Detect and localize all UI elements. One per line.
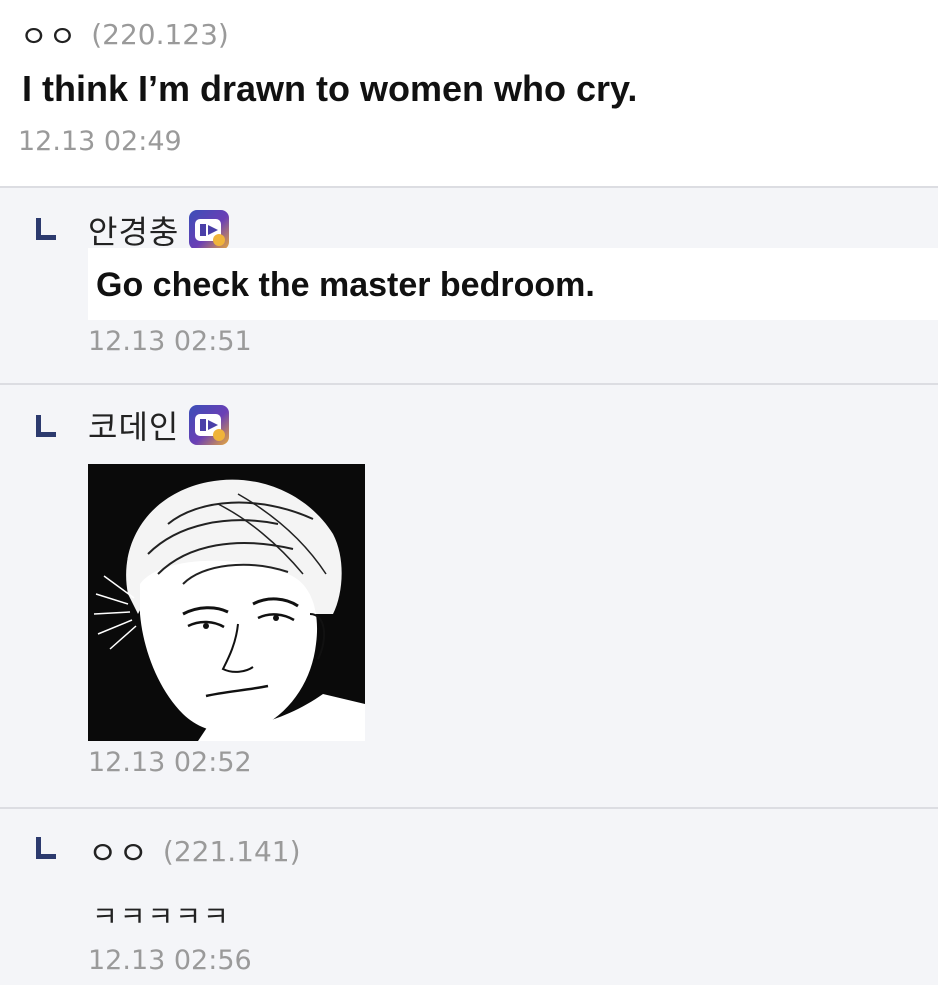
- fixed-nick-badge-icon: [189, 405, 230, 445]
- comment-author: ㅇㅇ (220.123): [20, 12, 229, 56]
- reply-arrow-icon: [36, 837, 58, 859]
- reply-text: Go check the master bedroom.: [96, 266, 595, 304]
- reply-item: 코데인 12.13 02:52: [0, 385, 938, 807]
- reply-timestamp: 12.13 02:56: [88, 945, 252, 976]
- reply-item: 안경충 Go check the master bedroom. 12.13 0…: [0, 188, 938, 383]
- reply-author: ㅇㅇ (221.141): [88, 829, 301, 873]
- author-ip: (220.123): [91, 17, 229, 51]
- fixed-nick-badge-icon: [189, 210, 230, 250]
- author-nickname[interactable]: 코데인: [88, 402, 179, 448]
- author-nickname[interactable]: ㅇㅇ: [88, 828, 149, 874]
- reply-item: ㅇㅇ (221.141) ㅋㅋㅋㅋㅋ 12.13 02:56: [0, 809, 938, 985]
- reply-arrow-icon: [36, 218, 58, 240]
- reply-timestamp: 12.13 02:52: [88, 747, 252, 778]
- author-ip: (221.141): [162, 834, 301, 868]
- comment-thread: ㅇㅇ (220.123) I think I’m drawn to women …: [0, 0, 938, 985]
- comment-timestamp: 12.13 02:49: [18, 126, 182, 157]
- author-nickname[interactable]: ㅇㅇ: [20, 12, 77, 56]
- reply-timestamp: 12.13 02:51: [88, 326, 252, 357]
- author-nickname[interactable]: 안경충: [88, 207, 179, 253]
- reply-author: 코데인: [88, 402, 230, 448]
- comment-text: I think I’m drawn to women who cry.: [22, 68, 638, 109]
- reply-text: ㅋㅋㅋㅋㅋ: [92, 900, 231, 933]
- reply-author: 안경충: [88, 207, 230, 253]
- manga-man-sketch[interactable]: [88, 464, 365, 741]
- main-comment: ㅇㅇ (220.123) I think I’m drawn to women …: [0, 0, 938, 187]
- reply-arrow-icon: [36, 415, 58, 437]
